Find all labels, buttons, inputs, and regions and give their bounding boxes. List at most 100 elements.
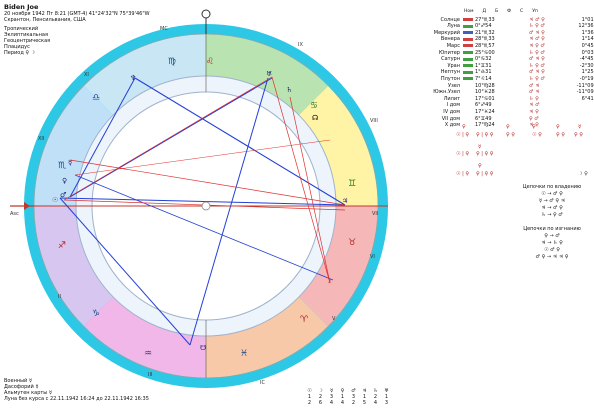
cancer-glyph: ♋ bbox=[310, 101, 318, 111]
svg-text:☿: ☿ bbox=[578, 124, 581, 130]
footer-grid-cell: 3 bbox=[384, 400, 389, 406]
planet-position: 25°♋00 bbox=[475, 49, 495, 56]
chain-item: ♃ → ♄ ♀ bbox=[541, 240, 563, 246]
planet-name: Солнце bbox=[440, 16, 461, 23]
planet-name: Юпитер bbox=[438, 49, 460, 56]
planet-name: Узел bbox=[448, 82, 460, 89]
moon-glyph: ☽ bbox=[325, 277, 331, 285]
chains-exile: Цепочки по изгнанию ♀ → ♂ ♃ → ♄ ♀ ☉ ♂ ♀ … bbox=[510, 226, 594, 261]
planet-value: -2°30' bbox=[579, 62, 594, 69]
planet-value: -0°19' bbox=[579, 75, 594, 82]
svg-text:♀ | ♀ ♀: ♀ | ♀ ♀ bbox=[476, 151, 494, 157]
strength-bar bbox=[463, 97, 473, 100]
svg-text:♀ | ♀ ♀: ♀ | ♀ ♀ bbox=[476, 171, 494, 177]
asc-label: Asc bbox=[10, 211, 19, 217]
capricorn-glyph: ♑ bbox=[92, 309, 100, 319]
svg-text:☉ | ♀: ☉ | ♀ bbox=[456, 151, 469, 157]
strength-bar bbox=[463, 104, 473, 107]
planet-value: -4°45' bbox=[579, 56, 594, 63]
gemini-glyph: ♊ bbox=[348, 179, 356, 189]
svg-text:♀ ♀: ♀ ♀ bbox=[506, 132, 515, 138]
pisces-glyph: ♓ bbox=[240, 349, 248, 359]
footer-planet-grid: ☉ ☽ ☿ ♀ ♂ ♃ ♄ ♅ 12313121 26442543 bbox=[306, 388, 390, 406]
planet-aspects: ♄ ♀ bbox=[529, 95, 539, 102]
footer-grid-cell: 2 bbox=[351, 400, 356, 406]
house-5-label: V bbox=[332, 316, 336, 322]
svg-text:♀: ♀ bbox=[478, 163, 482, 169]
footer-grid-cell: 6 bbox=[318, 400, 323, 406]
footer-grid-cell: 4 bbox=[373, 400, 378, 406]
planet-aspects: ♂ ♃ ♀ bbox=[529, 69, 545, 76]
saturn-glyph: ♄ bbox=[286, 86, 292, 94]
mars-glyph: ♂ bbox=[60, 191, 66, 199]
planet-name: Сатурн bbox=[441, 56, 460, 63]
taurus-glyph: ♉ bbox=[348, 238, 356, 248]
col-header: Уп bbox=[532, 9, 538, 14]
planet-name: Луна bbox=[446, 23, 460, 30]
aries-glyph: ♈ bbox=[300, 315, 309, 325]
planet-value: 6°41' bbox=[581, 95, 594, 102]
house-12-label: XII bbox=[38, 136, 44, 142]
planet-name: Марс bbox=[446, 42, 460, 49]
svg-text:♀ ♀: ♀ ♀ bbox=[574, 132, 583, 138]
footer-line: Луна без курса с 22.11.1942 16:24 до 22.… bbox=[4, 396, 149, 402]
planet-name: Лилит bbox=[443, 95, 460, 102]
scorpio-glyph: ♏ bbox=[58, 161, 66, 171]
planet-value: 12°36' bbox=[578, 23, 594, 30]
chain-item: ☉ → ♂ ♀ bbox=[541, 191, 563, 197]
sagittarius-glyph: ♐ bbox=[58, 241, 66, 251]
planet-value: 1°14' bbox=[581, 36, 594, 43]
planet-aspects: ♄ ♀ ♂ bbox=[529, 49, 545, 56]
planet-position: 1°♎31 bbox=[475, 69, 492, 76]
planet-value: 0°45' bbox=[581, 42, 594, 49]
chain-item: ♄ → ♀ ♂ bbox=[541, 212, 563, 218]
mercury-glyph: ☿ bbox=[68, 159, 72, 167]
planet-position: 6°♐49 bbox=[475, 102, 492, 109]
col-header: Д bbox=[482, 9, 487, 14]
planet-value: -11°09' bbox=[576, 89, 594, 96]
ic-label: IC bbox=[260, 380, 265, 386]
svg-text:☿: ☿ bbox=[478, 144, 481, 150]
mc-marker bbox=[201, 9, 211, 19]
south-node-glyph: ☋ bbox=[200, 344, 206, 352]
libra-glyph: ♎ bbox=[92, 93, 100, 103]
natal-chart-wheel[interactable]: ♍ ♌ ♋ ♊ ♉ ♈ ♓ ♒ ♑ ♐ ♏ ♎ ♆ ♅ ♄ ☊ ♃ ☽ ☿ ♀ … bbox=[0, 0, 420, 413]
footer-grid-cell: 2 bbox=[307, 400, 312, 406]
svg-text:♀: ♀ bbox=[556, 124, 560, 130]
planet-aspects: ♃ ♂ ♀ bbox=[529, 16, 545, 23]
strength-bar bbox=[463, 91, 473, 94]
col-header: С bbox=[520, 9, 524, 14]
planet-position: 7°♌14 bbox=[475, 75, 492, 82]
planet-value: -11°09' bbox=[576, 82, 594, 89]
house-2-label: II bbox=[58, 294, 61, 300]
svg-text:☉ ♀: ☉ ♀ bbox=[532, 132, 542, 138]
strength-bar bbox=[463, 84, 473, 87]
planet-aspects: ♃ ♂ bbox=[529, 102, 540, 109]
strength-bar bbox=[463, 37, 473, 41]
chains-ownership: Цепочки по владению ☉ → ♂ ♀ ☿ → ♂ ♀ ♃ ♃ … bbox=[510, 184, 594, 219]
planet-aspects: ♂ ♃ ♀ bbox=[529, 29, 545, 36]
planet-position: 21°♏32 bbox=[475, 29, 495, 36]
svg-text:♀ | ♀ ♀: ♀ | ♀ ♀ bbox=[476, 132, 494, 138]
col-header: Ном bbox=[464, 9, 474, 14]
strength-bar bbox=[463, 24, 473, 28]
planet-position: 17°♋01 bbox=[475, 95, 495, 102]
house-6-label: VI bbox=[370, 254, 375, 260]
planet-aspects: ♂ ♃ bbox=[529, 82, 540, 89]
col-header: Ф bbox=[507, 9, 512, 14]
strength-bar bbox=[463, 64, 473, 68]
house-8-label: VIII bbox=[370, 118, 378, 124]
svg-text:☉ | ♀: ☉ | ♀ bbox=[456, 171, 469, 177]
sun-glyph: ☉ bbox=[52, 196, 58, 204]
planet-aspects: ♃ ♀ bbox=[529, 108, 539, 115]
planet-table: Ном Д Б Ф С Уп Солнце 27°♏33 ♃ ♂ ♀ 1°01' Лун… bbox=[396, 8, 594, 128]
svg-text:♀ ♀: ♀ ♀ bbox=[556, 132, 565, 138]
neptune-glyph: ♆ bbox=[130, 74, 136, 82]
planet-name: I дом bbox=[446, 102, 460, 109]
planet-name: Южн.Узел bbox=[433, 89, 460, 96]
strength-bar bbox=[463, 57, 473, 61]
house-11-label: XI bbox=[84, 72, 89, 78]
strength-bar bbox=[463, 18, 473, 21]
aquarius-glyph: ♒ bbox=[144, 349, 152, 359]
planet-aspects: ♃ ♂ ♀ bbox=[529, 36, 545, 43]
